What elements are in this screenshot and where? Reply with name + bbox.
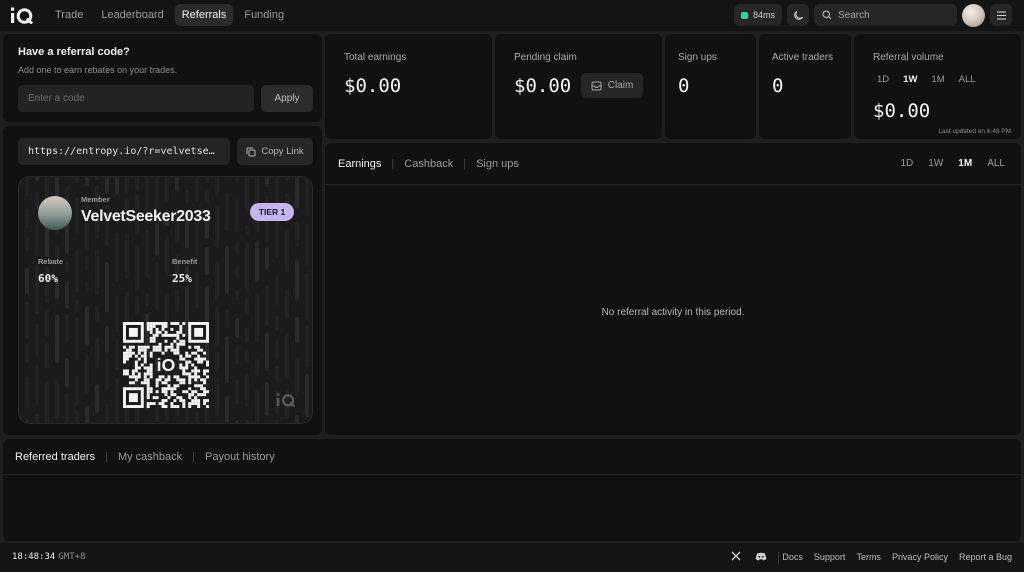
user-avatar[interactable]	[962, 4, 985, 27]
activity-range-1m[interactable]: 1M	[958, 158, 972, 169]
tab-separator: |	[105, 451, 108, 463]
tab-cashback[interactable]: Cashback	[404, 158, 453, 170]
clock-timezone: GMT+8	[58, 552, 86, 562]
volume-range-all[interactable]: ALL	[959, 74, 976, 85]
pending-claim-card: Pending claim $0.00 Claim	[495, 34, 662, 139]
discord-icon[interactable]	[755, 552, 767, 561]
footer-bar: 18:48:34 GMT+8 Docs Support Terms Privacy…	[0, 543, 1024, 572]
nav-leaderboard[interactable]: Leaderboard	[94, 4, 170, 26]
benefit-value: 25%	[172, 272, 192, 285]
top-navigation-bar: Trade Leaderboard Referrals Funding 84ms…	[0, 0, 1024, 31]
referral-code-title: Have a referral code?	[18, 46, 130, 58]
volume-range-1w[interactable]: 1W	[903, 74, 917, 85]
tab-separator: |	[192, 451, 196, 463]
referral-code-panel: Have a referral code? Add one to earn re…	[3, 34, 322, 122]
footer-link-report-bug[interactable]: Report a Bug	[959, 552, 1012, 562]
copy-link-label: Copy Link	[261, 146, 304, 157]
footer-link-terms[interactable]: Terms	[856, 552, 881, 562]
search-box[interactable]: Search	[814, 4, 957, 26]
rebate-label: Rebate	[38, 257, 64, 266]
entropy-logo[interactable]	[10, 6, 34, 24]
referred-traders-panel: Referred traders | My cashback | Payout …	[3, 439, 1021, 541]
footer-link-privacy-policy[interactable]: Privacy Policy	[892, 552, 948, 562]
active-traders-card: Active traders 0	[759, 34, 851, 139]
tab-sign-ups[interactable]: Sign ups	[476, 158, 519, 170]
active-traders-label: Active traders	[772, 52, 834, 63]
theme-toggle-button[interactable]	[787, 4, 809, 26]
tab-separator: |	[463, 158, 467, 170]
qr-center-logo: iO	[157, 355, 176, 375]
latency-value: 84ms	[753, 10, 776, 20]
total-earnings-label: Total earnings	[344, 52, 407, 63]
tier-badge: TIER 1	[250, 203, 294, 221]
referral-qr-code: iO	[123, 322, 209, 408]
member-label: Member	[81, 195, 110, 204]
empty-state-message: No referral activity in this period.	[601, 307, 745, 318]
member-name: VelvetSeeker2033	[81, 208, 211, 225]
referral-link-panel: https://entropy.io/?r=velvetseeker2033 C…	[3, 126, 322, 435]
latency-indicator[interactable]: 84ms	[734, 4, 782, 26]
pending-claim-value: $0.00	[514, 75, 572, 97]
volume-range-1m[interactable]: 1M	[931, 74, 944, 85]
footer-separator	[778, 552, 779, 564]
referral-link-field[interactable]: https://entropy.io/?r=velvetseeker2033	[18, 138, 230, 165]
benefit-label: Benefit	[172, 257, 198, 266]
tab-my-cashback[interactable]: My cashback	[118, 451, 182, 463]
referral-volume-label: Referral volume	[873, 52, 944, 63]
volume-range-1d[interactable]: 1D	[877, 74, 889, 85]
claim-icon	[591, 81, 602, 90]
copy-link-button[interactable]: Copy Link	[237, 138, 313, 165]
referral-code-subtitle: Add one to earn rebates on your trades.	[18, 65, 178, 75]
search-icon	[822, 10, 832, 20]
card-watermark-logo	[276, 393, 296, 407]
clock-time: 18:48:34	[12, 552, 56, 562]
last-updated-text: Last updated on 6:48 PM	[938, 128, 1011, 135]
footer-link-docs[interactable]: Docs	[782, 552, 803, 562]
tab-separator: |	[391, 158, 395, 170]
footer-link-support[interactable]: Support	[814, 552, 846, 562]
hamburger-icon	[996, 10, 1006, 20]
connection-status-dot	[741, 11, 748, 19]
nav-trade[interactable]: Trade	[48, 4, 90, 26]
divider	[3, 474, 1021, 475]
claim-button[interactable]: Claim	[581, 73, 643, 98]
search-placeholder: Search	[838, 9, 870, 21]
menu-button[interactable]	[990, 4, 1012, 26]
x-twitter-icon[interactable]	[731, 551, 741, 561]
sign-ups-value: 0	[678, 75, 690, 97]
activity-range-1w[interactable]: 1W	[928, 158, 943, 169]
referral-code-input[interactable]	[18, 85, 254, 112]
moon-icon	[793, 10, 803, 20]
divider	[325, 184, 1021, 185]
nav-referrals[interactable]: Referrals	[174, 4, 234, 26]
apply-button[interactable]: Apply	[261, 85, 313, 112]
sign-ups-label: Sign ups	[678, 52, 717, 63]
referral-volume-value: $0.00	[873, 100, 931, 122]
claim-label: Claim	[607, 80, 634, 91]
copy-icon	[246, 147, 256, 156]
pending-claim-label: Pending claim	[514, 52, 577, 63]
activity-range-all[interactable]: ALL	[987, 158, 1005, 169]
tab-referred-traders[interactable]: Referred traders	[15, 451, 95, 463]
rebate-value: 60%	[38, 272, 58, 285]
sign-ups-card: Sign ups 0	[665, 34, 756, 139]
clock: 18:48:34 GMT+8	[12, 552, 85, 562]
member-avatar	[38, 196, 72, 230]
referral-volume-card: Referral volume 1D 1W 1M ALL $0.00 Last …	[854, 34, 1021, 139]
tab-earnings[interactable]: Earnings	[338, 158, 381, 170]
activity-range-1d[interactable]: 1D	[901, 158, 914, 169]
active-traders-value: 0	[772, 75, 784, 97]
total-earnings-card: Total earnings $0.00	[325, 34, 492, 139]
tab-payout-history[interactable]: Payout history	[205, 451, 275, 463]
activity-panel: Earnings | Cashback | Sign ups 1D 1W 1M …	[325, 143, 1021, 435]
total-earnings-value: $0.00	[344, 75, 402, 97]
member-card: Member VelvetSeeker2033 TIER 1 Rebate 60…	[18, 176, 313, 424]
nav-funding[interactable]: Funding	[237, 4, 291, 26]
